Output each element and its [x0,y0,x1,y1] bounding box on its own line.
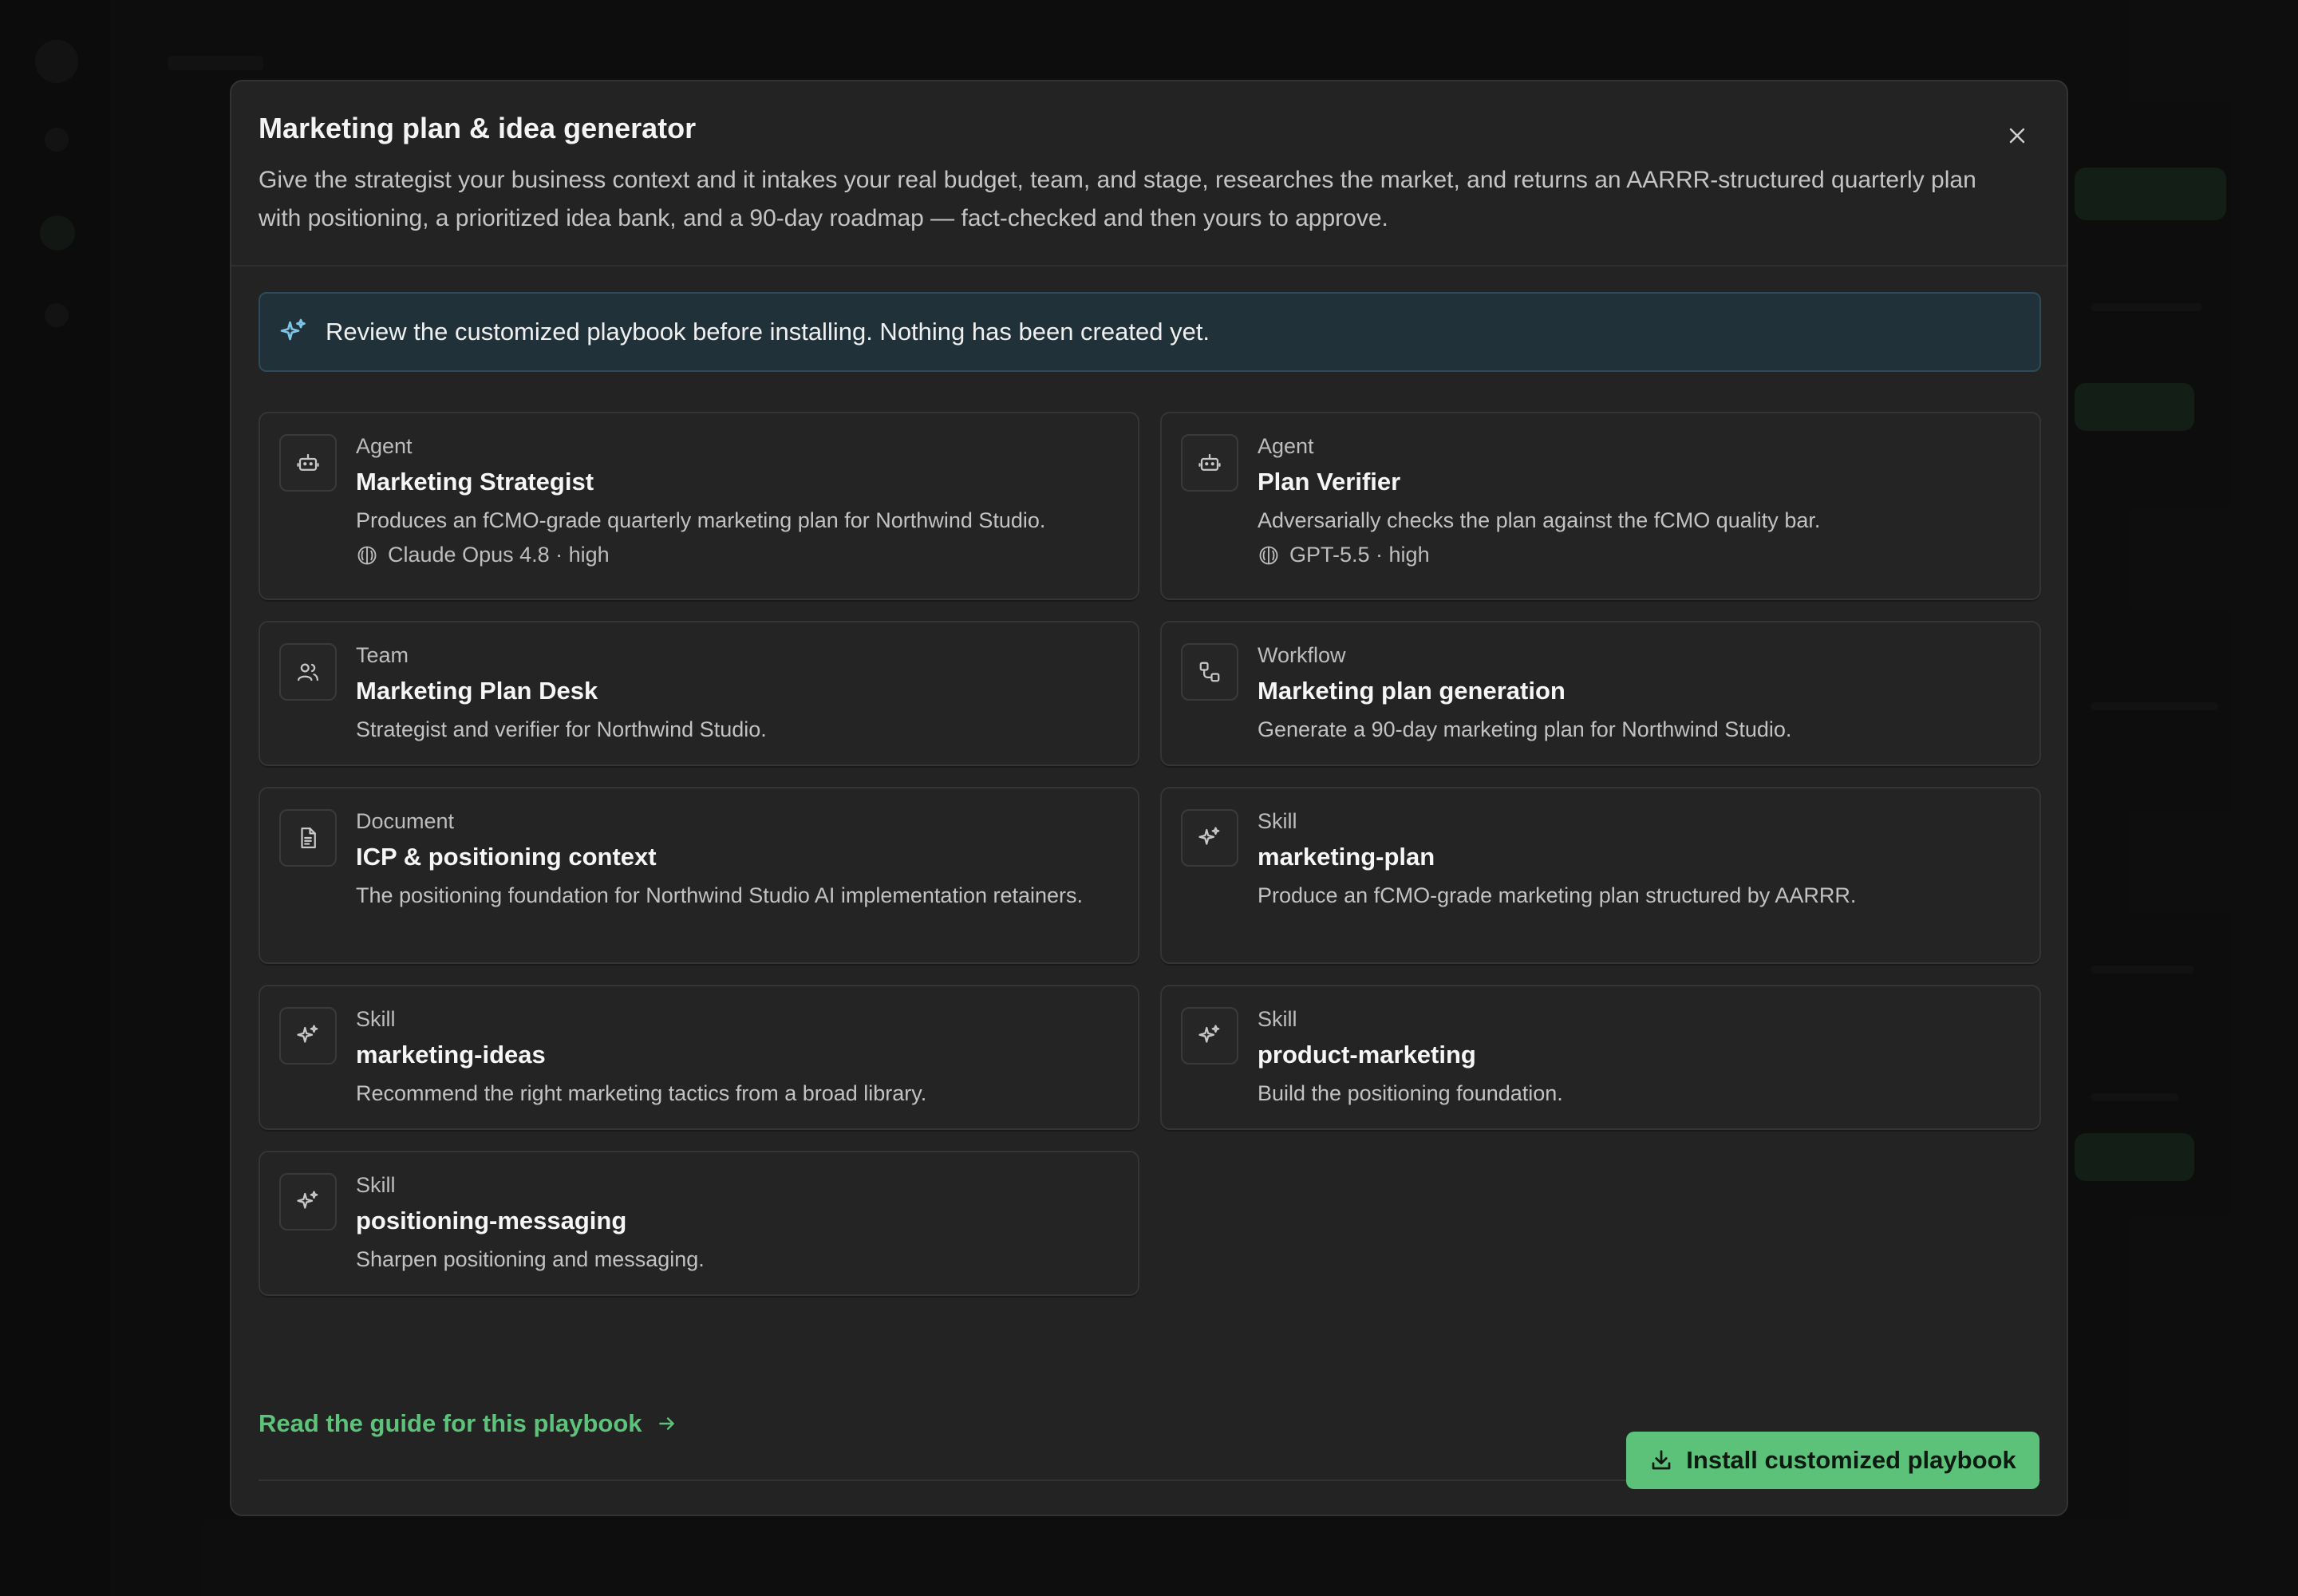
item-title: marketing-plan [1258,843,1435,871]
item-description: Strategist and verifier for Northwind St… [356,717,767,741]
item-type: Skill [1258,809,1297,833]
item-description: Adversarially checks the plan against th… [1258,508,1821,532]
workflow-icon [1181,643,1238,701]
item-description: Build the positioning foundation. [1258,1081,1563,1105]
item-title: Marketing Strategist [356,468,594,496]
item-title: positioning-messaging [356,1207,627,1235]
playbook-modal: Marketing plan & idea generator Give the… [230,80,2068,1516]
playbook-item-positioning-messaging-skill[interactable]: Skill positioning-messaging Sharpen posi… [259,1151,1139,1296]
item-model-label: GPT-5.5 · high [1289,543,1430,567]
brain-icon [357,546,377,564]
close-icon [2009,128,2025,144]
item-title: product-marketing [1258,1041,1476,1069]
playbook-item-marketing-plan-generation[interactable]: Workflow Marketing plan generation Gener… [1160,621,2041,766]
close-button[interactable] [2000,118,2035,153]
item-type: Team [356,643,409,667]
sparkles-icon [278,316,310,348]
item-type: Workflow [1258,643,1346,667]
item-title: Plan Verifier [1258,468,1401,496]
install-button-label: Install customized playbook [1686,1446,2016,1474]
brain-icon [1259,546,1278,564]
guide-link[interactable]: Read the guide for this playbook [259,1409,677,1438]
playbook-item-marketing-ideas-skill[interactable]: Skill marketing-ideas Recommend the righ… [259,985,1139,1130]
item-type: Skill [356,1007,396,1031]
guide-link-label: Read the guide for this playbook [259,1409,642,1437]
item-type: Agent [1258,434,1314,458]
playbook-item-plan-verifier[interactable]: Agent Plan Verifier Adversarially checks… [1160,412,2041,600]
item-title: ICP & positioning context [356,843,657,871]
playbook-item-marketing-plan-skill[interactable]: Skill marketing-plan Produce an fCMO-gra… [1160,787,2041,964]
sparkles-icon [279,1173,337,1231]
users-icon [279,643,337,701]
item-model: GPT-5.5 · high [1258,543,1430,567]
item-title: marketing-ideas [356,1041,546,1069]
playbook-item-icp-positioning-context[interactable]: Document ICP & positioning context The p… [259,787,1139,964]
item-type: Skill [1258,1007,1297,1031]
item-model-label: Claude Opus 4.8 · high [388,543,610,567]
sparkles-icon [279,1007,337,1065]
modal-header: Marketing plan & idea generator Give the… [231,81,2067,267]
modal-footer [231,1486,2067,1515]
arrow-right-icon [658,1417,674,1430]
item-description: Produce an fCMO-grade marketing plan str… [1258,883,1857,907]
sparkles-icon [1181,809,1238,867]
robot-icon [1181,434,1238,492]
item-description: The positioning foundation for Northwind… [356,883,1084,907]
item-description: Recommend the right marketing tactics fr… [356,1081,927,1105]
item-type: Agent [356,434,413,458]
playbook-item-marketing-strategist[interactable]: Agent Marketing Strategist Produces an f… [259,412,1139,600]
modal-description: Give the strategist your business contex… [259,167,1976,231]
item-title: Marketing plan generation [1258,677,1566,705]
item-title: Marketing Plan Desk [356,677,598,705]
item-type: Skill [356,1173,396,1197]
review-notice: Review the customized playbook before in… [259,292,2041,372]
item-description: Produces an fCMO-grade quarterly marketi… [356,508,1046,532]
download-icon [1652,1450,1671,1470]
item-description: Sharpen positioning and messaging. [356,1247,705,1271]
playbook-item-product-marketing-skill[interactable]: Skill product-marketing Build the positi… [1160,985,2041,1130]
item-type: Document [356,809,455,833]
playbook-item-marketing-plan-desk[interactable]: Team Marketing Plan Desk Strategist and … [259,621,1139,766]
document-icon [279,809,337,867]
robot-icon [279,434,337,492]
notice-text: Review the customized playbook before in… [326,318,1210,346]
modal-title: Marketing plan & idea generator [259,112,697,144]
item-description: Generate a 90-day marketing plan for Nor… [1258,717,1792,741]
sparkles-icon [1181,1007,1238,1065]
item-model: Claude Opus 4.8 · high [356,543,610,567]
install-playbook-button[interactable]: Install customized playbook [1626,1432,2039,1489]
